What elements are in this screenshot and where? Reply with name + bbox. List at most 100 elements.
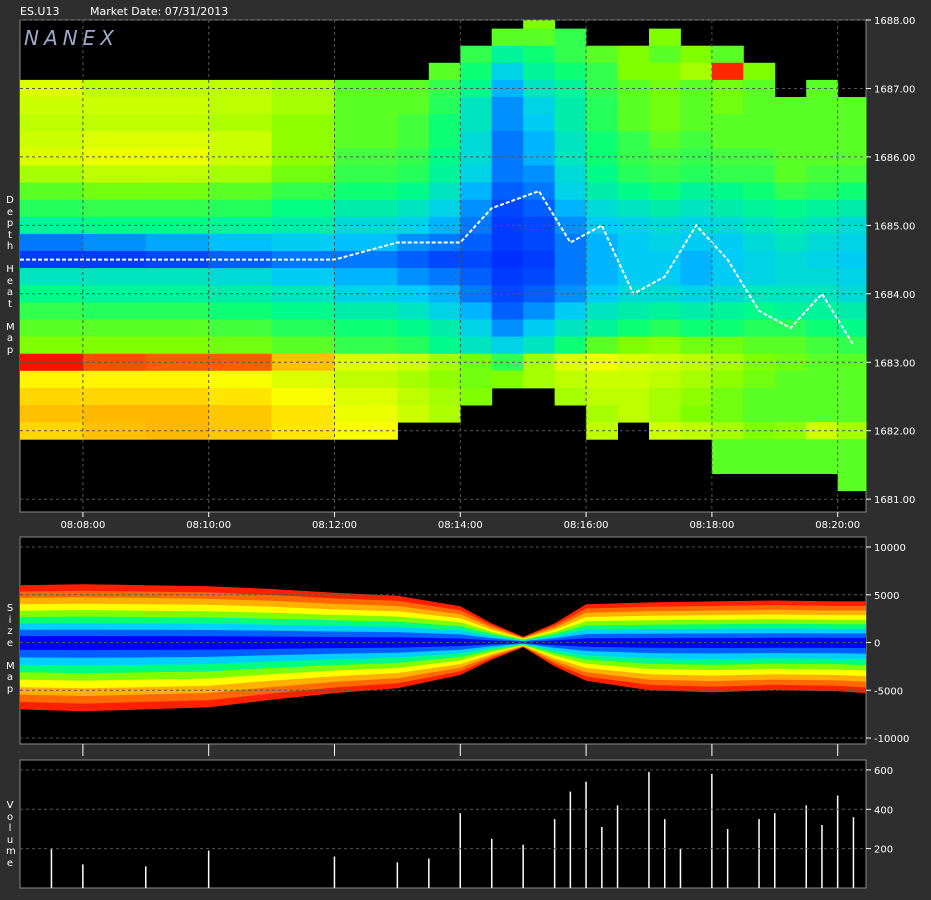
heat-cell (334, 387, 398, 406)
heat-cell (837, 302, 867, 320)
heat-cell (837, 370, 867, 389)
heat-cell (428, 182, 461, 201)
depth-heatmap (20, 20, 867, 492)
heat-cell (397, 405, 430, 423)
heat-cell (523, 45, 556, 64)
heat-cell (680, 405, 713, 423)
heat-cell (837, 114, 867, 132)
heat-cell (774, 387, 807, 406)
heat-cell (491, 45, 524, 64)
heat-cell (523, 62, 556, 81)
volume-bar (50, 848, 53, 888)
heat-cell (711, 182, 744, 201)
heat-cell (271, 319, 335, 338)
heat-cell (554, 285, 587, 303)
heat-cell (145, 233, 210, 252)
volume-plot-area (19, 759, 867, 889)
heat-cell (680, 285, 713, 303)
x-tick-label: 08:20:00 (815, 520, 860, 531)
heat-cell (334, 233, 398, 252)
heat-cell (774, 97, 807, 115)
heat-cell (523, 131, 556, 149)
heat-cell (82, 319, 147, 338)
volume-bar (428, 858, 430, 888)
heat-cell (743, 97, 776, 115)
heat-cell (428, 131, 461, 149)
heat-cell (145, 268, 210, 286)
heat-cell (649, 302, 681, 320)
heat-cell (145, 114, 210, 132)
heat-cell (617, 387, 650, 406)
heat-cell (806, 370, 839, 389)
heat-cell (774, 405, 807, 423)
heat-cell (554, 387, 587, 406)
heat-cell (82, 302, 147, 320)
heat-cell (617, 405, 650, 423)
heat-cell (806, 422, 839, 440)
heat-cell (774, 302, 807, 320)
heat-cell (20, 114, 84, 132)
heat-cell (617, 45, 650, 64)
heat-cell (397, 114, 430, 132)
heat-cell (743, 233, 776, 252)
heat-cell (806, 336, 839, 355)
heat-cell (837, 233, 867, 252)
chart-window: ES.U13 Market Date: 07/31/2013 Depth Hea… (0, 0, 931, 900)
heat-cell (649, 114, 681, 132)
heat-cell (680, 199, 713, 218)
heat-cell (711, 302, 744, 320)
volume-bar (726, 829, 729, 888)
heat-cell (680, 131, 713, 149)
heat-cell (82, 405, 147, 423)
heat-cell (271, 387, 335, 406)
heat-cell (617, 165, 650, 184)
heat-cell (271, 405, 335, 423)
heat-cell (145, 370, 210, 389)
heat-cell (617, 97, 650, 115)
heat-cell (837, 439, 867, 457)
heat-cell (208, 199, 273, 218)
heat-cell (711, 165, 744, 184)
heat-cell (145, 199, 210, 218)
heat-cell (554, 370, 587, 389)
heat-cell (774, 439, 807, 457)
heat-cell (649, 165, 681, 184)
x-tick-label: 08:12:00 (312, 520, 357, 531)
heat-cell (774, 336, 807, 355)
heat-cell (523, 20, 556, 30)
heat-cell (397, 387, 430, 406)
chart-canvas: NANEX 1688.00 1687.00 1686.00 1685.00 1684.0… (19, 16, 915, 889)
heat-cell (806, 405, 839, 423)
heat-cell (334, 370, 398, 389)
heat-cell (271, 114, 335, 132)
heat-cell (428, 114, 461, 132)
heat-cell (649, 370, 681, 389)
heat-cell (711, 405, 744, 423)
heat-cell (523, 251, 556, 269)
heat-cell (271, 199, 335, 218)
heat-cell (397, 251, 430, 269)
heat-cell (208, 405, 273, 423)
heat-cell (271, 233, 335, 252)
heat-cell (491, 62, 524, 81)
heat-cell (774, 165, 807, 184)
heat-cell (680, 165, 713, 184)
heat-cell (649, 97, 681, 115)
heat-cell (554, 45, 587, 64)
volume-bar (616, 805, 619, 888)
y-tick-label: 1682.00 (874, 427, 915, 438)
heat-cell (711, 199, 744, 218)
heat-cell (82, 370, 147, 389)
heat-cell (20, 131, 84, 149)
heat-cell (82, 199, 147, 218)
heat-cell (523, 97, 556, 115)
heat-cell (554, 62, 587, 81)
heat-cell (711, 336, 744, 355)
heat-cell (20, 405, 84, 423)
heat-cell (271, 302, 335, 320)
volume-bar (821, 825, 823, 888)
heat-cell (82, 387, 147, 406)
heat-cell (428, 285, 461, 303)
heat-cell (680, 114, 713, 132)
heat-cell (617, 233, 650, 252)
